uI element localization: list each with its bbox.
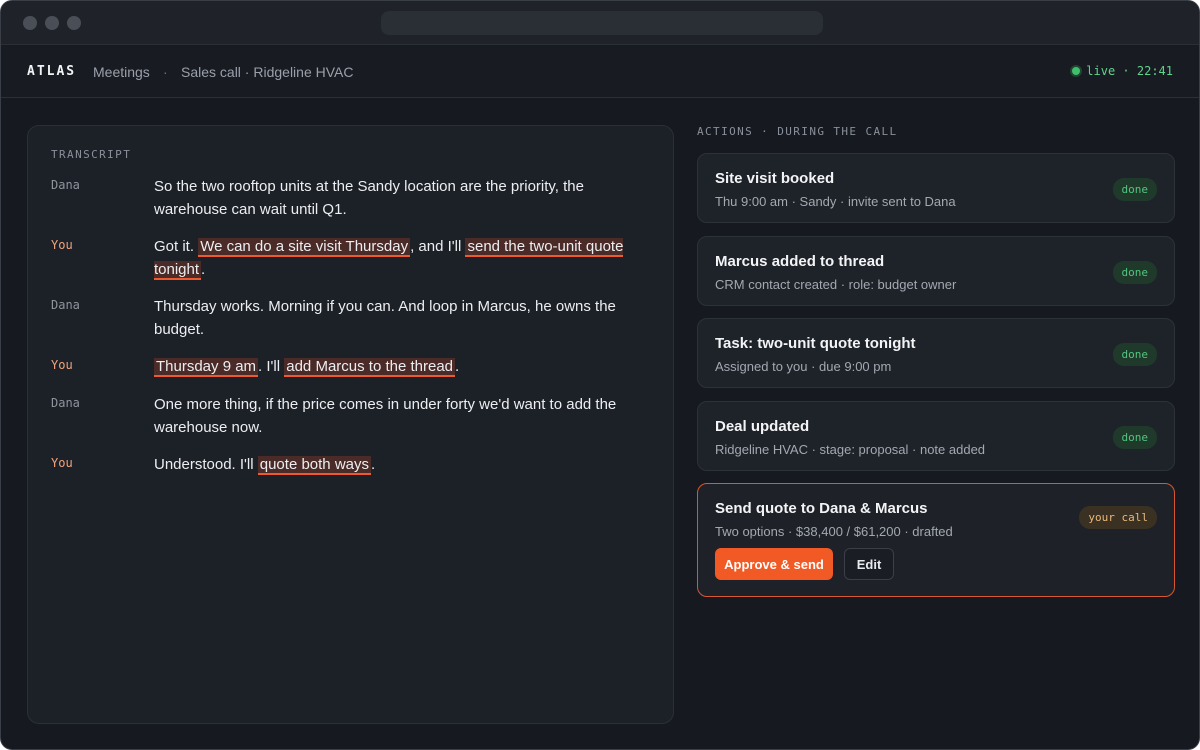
pending-action-card: Send quote to Dana & Marcus Two options … xyxy=(697,483,1175,597)
top-nav: ATLAS Meetings · Sales call · Ridgeline … xyxy=(1,46,1199,98)
utterance-text: Understood. I'll quote both ways. xyxy=(154,454,654,477)
transcript-panel: TRANSCRIPT Dana So the two rooftop units… xyxy=(27,125,674,724)
transcript-label: TRANSCRIPT xyxy=(51,148,132,161)
action-highlight[interactable]: add Marcus to the thread xyxy=(284,358,456,377)
live-dot-icon xyxy=(1072,67,1081,75)
utterance-text: Thursday 9 am. I'll add Marcus to the th… xyxy=(154,356,654,379)
action-title: Send quote to Dana & Marcus xyxy=(715,500,928,517)
action-card[interactable]: Deal updated Ridgeline HVAC · stage: pro… xyxy=(697,401,1175,471)
brand-logo[interactable]: ATLAS xyxy=(27,64,76,79)
utterance-text: Got it. We can do a site visit Thursday,… xyxy=(154,236,654,281)
app-window: ATLAS Meetings · Sales call · Ridgeline … xyxy=(0,0,1200,750)
title-bar xyxy=(1,1,1199,45)
utterance-segment: So the two rooftop units at the Sandy lo… xyxy=(154,178,584,218)
speaker-label: You xyxy=(51,358,73,372)
utterance-segment: . xyxy=(455,358,460,375)
action-subtitle: Ridgeline HVAC · stage: proposal · note … xyxy=(715,442,986,457)
utterance-text: Thursday works. Morning if you can. And … xyxy=(154,296,654,341)
live-status-text: live · 22:41 xyxy=(1086,64,1173,78)
minimize-window-button[interactable] xyxy=(45,16,59,30)
speaker-label: You xyxy=(51,238,73,252)
action-highlight[interactable]: We can do a site visit Thursday xyxy=(198,238,411,257)
your-call-badge: your call xyxy=(1079,506,1157,529)
breadcrumb-separator: · xyxy=(163,64,168,80)
speaker-label: Dana xyxy=(51,178,80,192)
action-subtitle: Thu 9:00 am · Sandy · invite sent to Dan… xyxy=(715,194,956,209)
utterance-segment: . xyxy=(201,260,206,278)
action-title: Site visit booked xyxy=(715,170,835,187)
approve-send-button[interactable]: Approve & send xyxy=(715,548,833,580)
status-badge: done xyxy=(1112,261,1157,284)
speaker-label: Dana xyxy=(51,298,80,312)
status-badge: done xyxy=(1112,178,1157,201)
utterance-text: One more thing, if the price comes in un… xyxy=(154,394,654,439)
utterance-segment: Got it. xyxy=(154,238,199,255)
address-bar[interactable] xyxy=(381,11,823,35)
status-badge: done xyxy=(1112,343,1157,366)
action-highlight[interactable]: quote both ways xyxy=(257,456,371,475)
action-card[interactable]: Task: two-unit quote tonight Assigned to… xyxy=(697,318,1175,388)
utterance-segment: Thursday works. Morning if you can. And … xyxy=(154,298,616,338)
live-status: live · 22:41 xyxy=(1072,64,1173,78)
edit-button[interactable]: Edit xyxy=(844,548,894,580)
actions-label: ACTIONS · DURING THE CALL xyxy=(697,125,898,138)
action-card[interactable]: Marcus added to thread CRM contact creat… xyxy=(697,236,1175,306)
action-subtitle: CRM contact created · role: budget owner xyxy=(715,277,957,292)
status-badge: done xyxy=(1112,426,1157,449)
breadcrumb-meetings[interactable]: Meetings xyxy=(93,64,150,80)
utterance-segment: Understood. I'll xyxy=(154,456,258,473)
utterance-segment: One more thing, if the price comes in un… xyxy=(154,396,617,436)
action-title: Marcus added to thread xyxy=(715,253,885,270)
speaker-label: You xyxy=(51,456,73,470)
breadcrumb-current: Sales call · Ridgeline HVAC xyxy=(181,64,354,80)
action-subtitle: Assigned to you · due 9:00 pm xyxy=(715,359,892,374)
action-card[interactable]: Site visit booked Thu 9:00 am · Sandy · … xyxy=(697,153,1175,223)
action-title: Task: two-unit quote tonight xyxy=(715,335,916,352)
action-subtitle: Two options · $38,400 / $61,200 · drafte… xyxy=(715,524,953,539)
close-window-button[interactable] xyxy=(23,16,37,30)
utterance-segment: . xyxy=(371,456,376,473)
maximize-window-button[interactable] xyxy=(67,16,81,30)
utterance-text: So the two rooftop units at the Sandy lo… xyxy=(154,176,654,221)
utterance-segment: . I'll xyxy=(258,358,285,375)
speaker-label: Dana xyxy=(51,396,80,410)
action-highlight[interactable]: Thursday 9 am xyxy=(154,358,259,377)
utterance-segment: , and I'll xyxy=(410,238,466,255)
action-title: Deal updated xyxy=(715,418,810,435)
